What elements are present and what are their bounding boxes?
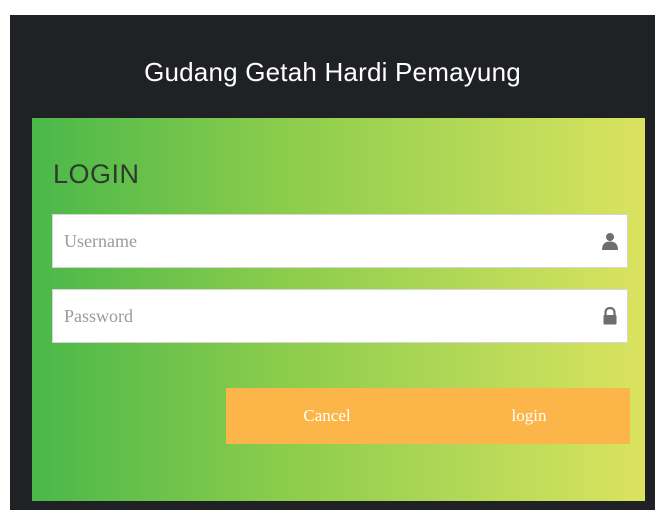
login-button[interactable]: login [428,388,630,444]
login-panel: LOGIN Cancel login [32,118,645,501]
login-heading: LOGIN [53,159,140,189]
cancel-button[interactable]: Cancel [226,388,428,444]
app-title: Gudang Getah Hardi Pemayung [144,57,521,87]
username-input[interactable] [53,215,593,267]
password-field [52,289,628,343]
form-actions: Cancel login [226,388,630,444]
lock-icon [601,306,619,325]
login-window: Gudang Getah Hardi Pemayung LOGIN Ca [10,15,655,510]
password-input[interactable] [53,290,593,342]
user-icon [601,232,619,250]
username-field [52,214,628,268]
